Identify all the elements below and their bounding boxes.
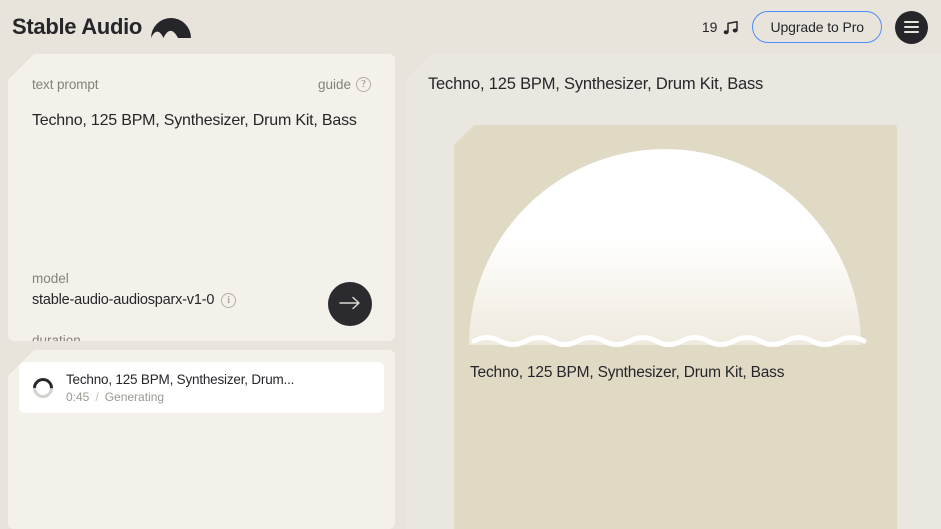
- brand-name: Stable Audio: [12, 14, 142, 40]
- upgrade-to-pro-button[interactable]: Upgrade to Pro: [752, 11, 882, 43]
- model-value: stable-audio-audiosparx-v1-0: [32, 292, 214, 308]
- spinner-icon: [29, 373, 57, 401]
- guide-link[interactable]: guide ?: [318, 77, 371, 92]
- credits-count: 19: [702, 19, 718, 35]
- artwork-card[interactable]: Techno, 125 BPM, Synthesizer, Drum Kit, …: [454, 125, 897, 529]
- generations-panel: Techno, 125 BPM, Synthesizer, Drum... 0:…: [8, 350, 395, 529]
- brand[interactable]: Stable Audio: [12, 14, 191, 40]
- generation-status: Generating: [105, 390, 164, 404]
- prompt-panel: text prompt guide ? Techno, 125 BPM, Syn…: [8, 54, 395, 341]
- arrow-right-icon: [339, 296, 361, 313]
- left-column: text prompt guide ? Techno, 125 BPM, Syn…: [8, 54, 395, 529]
- info-circle-icon[interactable]: i: [221, 293, 236, 308]
- credits-counter[interactable]: 19: [702, 19, 740, 35]
- text-prompt-label: text prompt: [32, 77, 98, 92]
- artwork-caption: Techno, 125 BPM, Synthesizer, Drum Kit, …: [470, 364, 784, 382]
- preview-title: Techno, 125 BPM, Synthesizer, Drum Kit, …: [428, 75, 919, 94]
- text-prompt-input[interactable]: Techno, 125 BPM, Synthesizer, Drum Kit, …: [32, 111, 371, 130]
- generation-title: Techno, 125 BPM, Synthesizer, Drum...: [66, 372, 294, 387]
- hamburger-line: [904, 26, 919, 28]
- generation-list-item[interactable]: Techno, 125 BPM, Synthesizer, Drum... 0:…: [19, 362, 384, 413]
- music-note-icon: [723, 20, 739, 35]
- stable-audio-dome-logo-icon: [151, 17, 191, 38]
- generate-button[interactable]: [328, 282, 372, 326]
- hamburger-line: [904, 21, 919, 23]
- duration-label: duration: [32, 333, 161, 348]
- generation-duration: 0:45: [66, 390, 89, 404]
- app-header: Stable Audio 19 Upgrade to Pro: [0, 0, 941, 54]
- generation-meta: Techno, 125 BPM, Synthesizer, Drum... 0:…: [66, 372, 294, 404]
- generation-status-row: 0:45 / Generating: [66, 390, 294, 404]
- prompt-header: text prompt guide ?: [32, 74, 371, 94]
- hamburger-menu-button[interactable]: [895, 11, 928, 44]
- guide-label: guide: [318, 77, 351, 92]
- model-selector[interactable]: stable-audio-audiosparx-v1-0 i: [32, 292, 236, 308]
- hamburger-line: [904, 31, 919, 33]
- preview-panel: Techno, 125 BPM, Synthesizer, Drum Kit, …: [406, 54, 941, 529]
- model-section: model stable-audio-audiosparx-v1-0 i: [32, 271, 236, 308]
- separator: /: [95, 390, 98, 404]
- question-circle-icon: ?: [356, 77, 371, 92]
- main-layout: text prompt guide ? Techno, 125 BPM, Syn…: [0, 54, 941, 529]
- header-actions: 19 Upgrade to Pro: [702, 11, 928, 44]
- model-label: model: [32, 271, 236, 286]
